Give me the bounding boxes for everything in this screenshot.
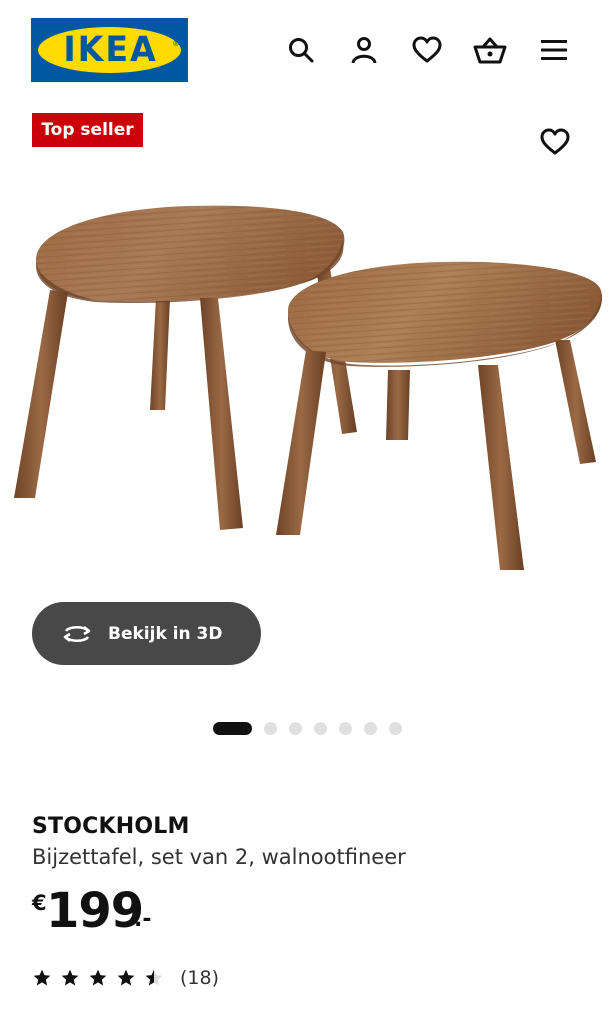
logo-text: IKEA — [63, 30, 158, 70]
star-full-icon — [61, 969, 79, 986]
hamburger-menu-icon[interactable] — [537, 33, 571, 67]
image-carousel-dots — [213, 721, 414, 735]
basket-icon[interactable] — [473, 33, 507, 67]
carousel-dot-active[interactable] — [213, 721, 252, 735]
product-rating[interactable]: (18) — [32, 965, 219, 991]
product-name: STOCKHOLM — [32, 814, 190, 839]
carousel-dot[interactable] — [314, 721, 327, 735]
top-seller-badge: Top seller — [32, 113, 143, 147]
top-header: IKEA ® — [0, 0, 612, 100]
carousel-dot[interactable] — [264, 721, 277, 735]
heart-icon[interactable] — [410, 33, 444, 67]
product-description: Bijzettafel, set van 2, walnootfineer — [32, 845, 406, 869]
star-full-icon — [117, 969, 135, 986]
nesting-tables-illustration — [14, 205, 603, 570]
view-in-3d-button[interactable]: Bekijk in 3D — [32, 602, 261, 665]
account-icon[interactable] — [347, 33, 381, 67]
star-full-icon — [89, 969, 107, 986]
price-suffix: .- — [134, 907, 152, 932]
rotate-3d-icon — [60, 622, 94, 646]
search-icon[interactable] — [284, 33, 318, 67]
star-half-icon — [145, 969, 163, 986]
rating-count: (18) — [180, 967, 220, 989]
view-in-3d-label: Bekijk in 3D — [108, 623, 223, 644]
carousel-dot[interactable] — [364, 721, 377, 735]
registered-mark: ® — [172, 39, 180, 48]
star-full-icon — [33, 969, 51, 986]
product-image[interactable] — [0, 180, 612, 580]
carousel-dot[interactable] — [339, 721, 352, 735]
product-favorite-heart-icon[interactable] — [537, 124, 573, 160]
ikea-logo[interactable]: IKEA ® — [31, 18, 188, 82]
carousel-dot[interactable] — [289, 721, 302, 735]
price-currency: € — [32, 891, 47, 915]
carousel-dot[interactable] — [389, 721, 402, 735]
price-integer: 199 — [46, 883, 144, 939]
